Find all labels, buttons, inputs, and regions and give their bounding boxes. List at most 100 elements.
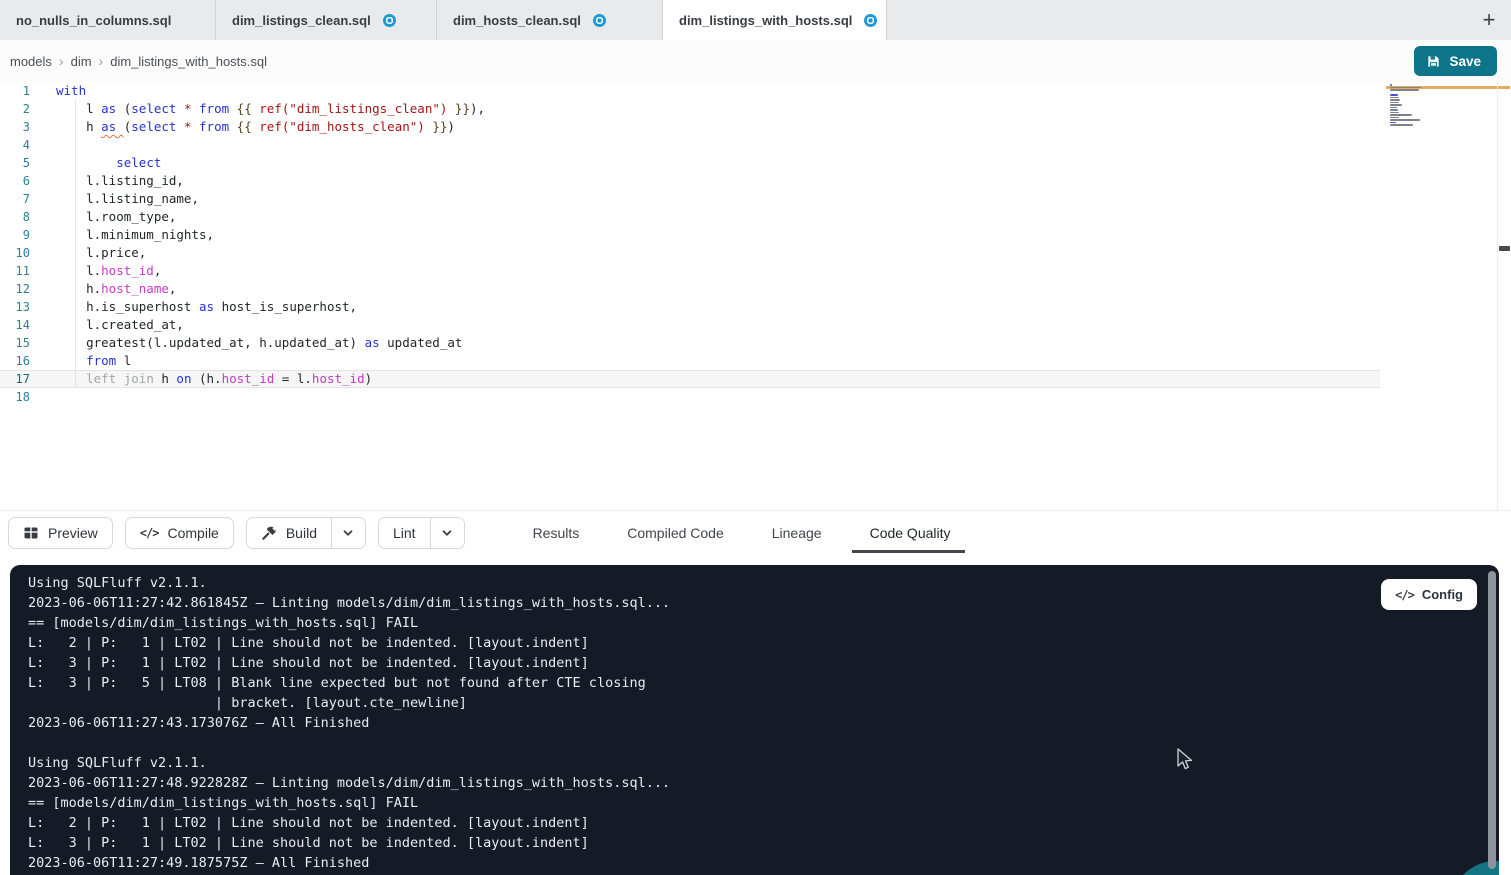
code-text: with [56,82,86,100]
sql-editor[interactable]: 1 with2 l as (select * from {{ ref("dim_l… [0,82,1511,510]
hammer-icon [261,525,277,541]
code-token: {{ [237,101,260,116]
code-line[interactable]: 14 l.created_at, [0,316,1380,334]
code-token [56,155,116,170]
code-line[interactable]: 17 left join h on (h.host_id = l.host_id… [0,370,1380,388]
build-button[interactable]: Build [247,518,331,548]
code-text: h.is_superhost as host_is_superhost, [56,298,357,316]
lint-button[interactable]: Lint [379,518,430,548]
code-line[interactable]: 4 [0,136,1380,154]
breadcrumb-segment[interactable]: models [10,54,52,69]
editor-scrollbar-marker[interactable] [1499,246,1510,251]
breadcrumb: models›dim›dim_listings_with_hosts.sql [10,40,267,82]
minimap-line [1390,87,1421,89]
code-line[interactable]: 11 l.host_id, [0,262,1380,280]
code-token: host_id [312,371,365,386]
line-number: 11 [0,262,30,280]
panel-tabs: Results Compiled Code Lineage Code Quali… [509,511,975,555]
file-tab[interactable]: dim_hosts_clean.sql [437,0,663,40]
code-text: l.minimum_nights, [56,226,214,244]
preview-label: Preview [48,525,98,541]
code-line[interactable]: 5 select [0,154,1380,172]
code-token [116,119,124,134]
minimap-line [1390,114,1412,116]
build-label: Build [286,525,317,541]
tab-compiled-code-label: Compiled Code [627,525,724,541]
code-token: ) [447,119,455,134]
breadcrumb-segment[interactable]: dim [71,54,92,69]
code-line[interactable]: 16 from l [0,352,1380,370]
code-text: select [56,154,161,172]
terminal-output: Using SQLFluff v2.1.1.2023-06-06T11:27:4… [28,573,670,873]
code-token: as [365,335,380,350]
minimap-line [1390,112,1399,114]
minimap-line [1390,122,1396,124]
code-line[interactable]: 15 greatest(l.updated_at, h.updated_at) … [0,334,1380,352]
file-tab[interactable]: dim_listings_with_hosts.sql [663,0,887,40]
compile-button[interactable]: </> Compile [125,517,234,549]
line-number: 1 [0,82,30,100]
code-token: , [154,263,162,278]
table-grid-icon [23,525,39,541]
tab-results[interactable]: Results [523,511,590,555]
code-text: l.price, [56,244,146,262]
save-button[interactable]: Save [1414,46,1497,76]
tab-compiled-code[interactable]: Compiled Code [617,511,734,555]
line-number: 18 [0,388,30,406]
config-button[interactable]: </> Config [1381,579,1477,610]
code-token: on [176,371,191,386]
line-number: 8 [0,208,30,226]
code-token [192,101,200,116]
modified-dot-icon [593,14,606,27]
preview-button[interactable]: Preview [8,517,113,549]
code-token: h [56,119,101,134]
editor-minimap[interactable] [1388,84,1460,214]
line-number: 17 [0,370,30,388]
tab-lineage[interactable]: Lineage [762,511,832,555]
lint-label: Lint [393,525,416,541]
code-line[interactable]: 18 [0,388,1380,406]
minimap-line [1390,84,1392,86]
modified-dot-icon [383,14,396,27]
config-label: Config [1422,587,1463,602]
tab-results-label: Results [533,525,580,541]
code-line[interactable]: 8 l.room_type, [0,208,1380,226]
code-token: * [184,101,192,116]
code-line[interactable]: 3 h as (select * from {{ ref("dim_hosts_… [0,118,1380,136]
line-number: 12 [0,280,30,298]
code-line[interactable]: 7 l.listing_name, [0,190,1380,208]
code-line[interactable]: 12 h.host_name, [0,280,1380,298]
line-number: 14 [0,316,30,334]
code-line[interactable]: 10 l.price, [0,244,1380,262]
file-header-bar: models›dim›dim_listings_with_hosts.sql S… [0,40,1511,82]
save-floppy-icon [1426,54,1441,69]
compile-label: Compile [167,525,218,541]
lint-dropdown-button[interactable] [430,518,464,548]
code-token: greatest(l.updated_at, h.updated_at) [56,335,365,350]
code-text: l as (select * from {{ ref("dim_listings… [56,100,485,118]
build-dropdown-button[interactable] [331,518,365,548]
file-tab[interactable]: dim_listings_clean.sql [216,0,437,40]
terminal-scrollbar[interactable] [1488,571,1496,869]
code-token [56,353,86,368]
breadcrumb-segment[interactable]: dim_listings_with_hosts.sql [110,54,267,69]
terminal-line: == [models/dim/dim_listings_with_hosts.s… [28,793,670,813]
code-line[interactable]: 13 h.is_superhost as host_is_superhost, [0,298,1380,316]
code-token: l [56,101,101,116]
file-tab[interactable]: no_nulls_in_columns.sql [0,0,216,40]
code-line[interactable]: 2 l as (select * from {{ ref("dim_listin… [0,100,1380,118]
lint-output-terminal[interactable]: Using SQLFluff v2.1.1.2023-06-06T11:27:4… [10,565,1499,875]
line-number: 5 [0,154,30,172]
line-number: 7 [0,190,30,208]
code-line[interactable]: 6 l.listing_id, [0,172,1380,190]
tab-code-quality[interactable]: Code Quality [860,511,961,555]
terminal-line: 2023-06-06T11:27:48.922828Z — Linting mo… [28,773,670,793]
minimap-line [1390,107,1397,109]
code-token [176,119,184,134]
code-line[interactable]: 9 l.minimum_nights, [0,226,1380,244]
code-line[interactable]: 1 with [0,82,1380,100]
code-token: = l. [274,371,312,386]
mouse-cursor [1176,748,1196,777]
new-tab-button[interactable]: + [1475,6,1503,34]
code-token: ( [116,101,131,116]
